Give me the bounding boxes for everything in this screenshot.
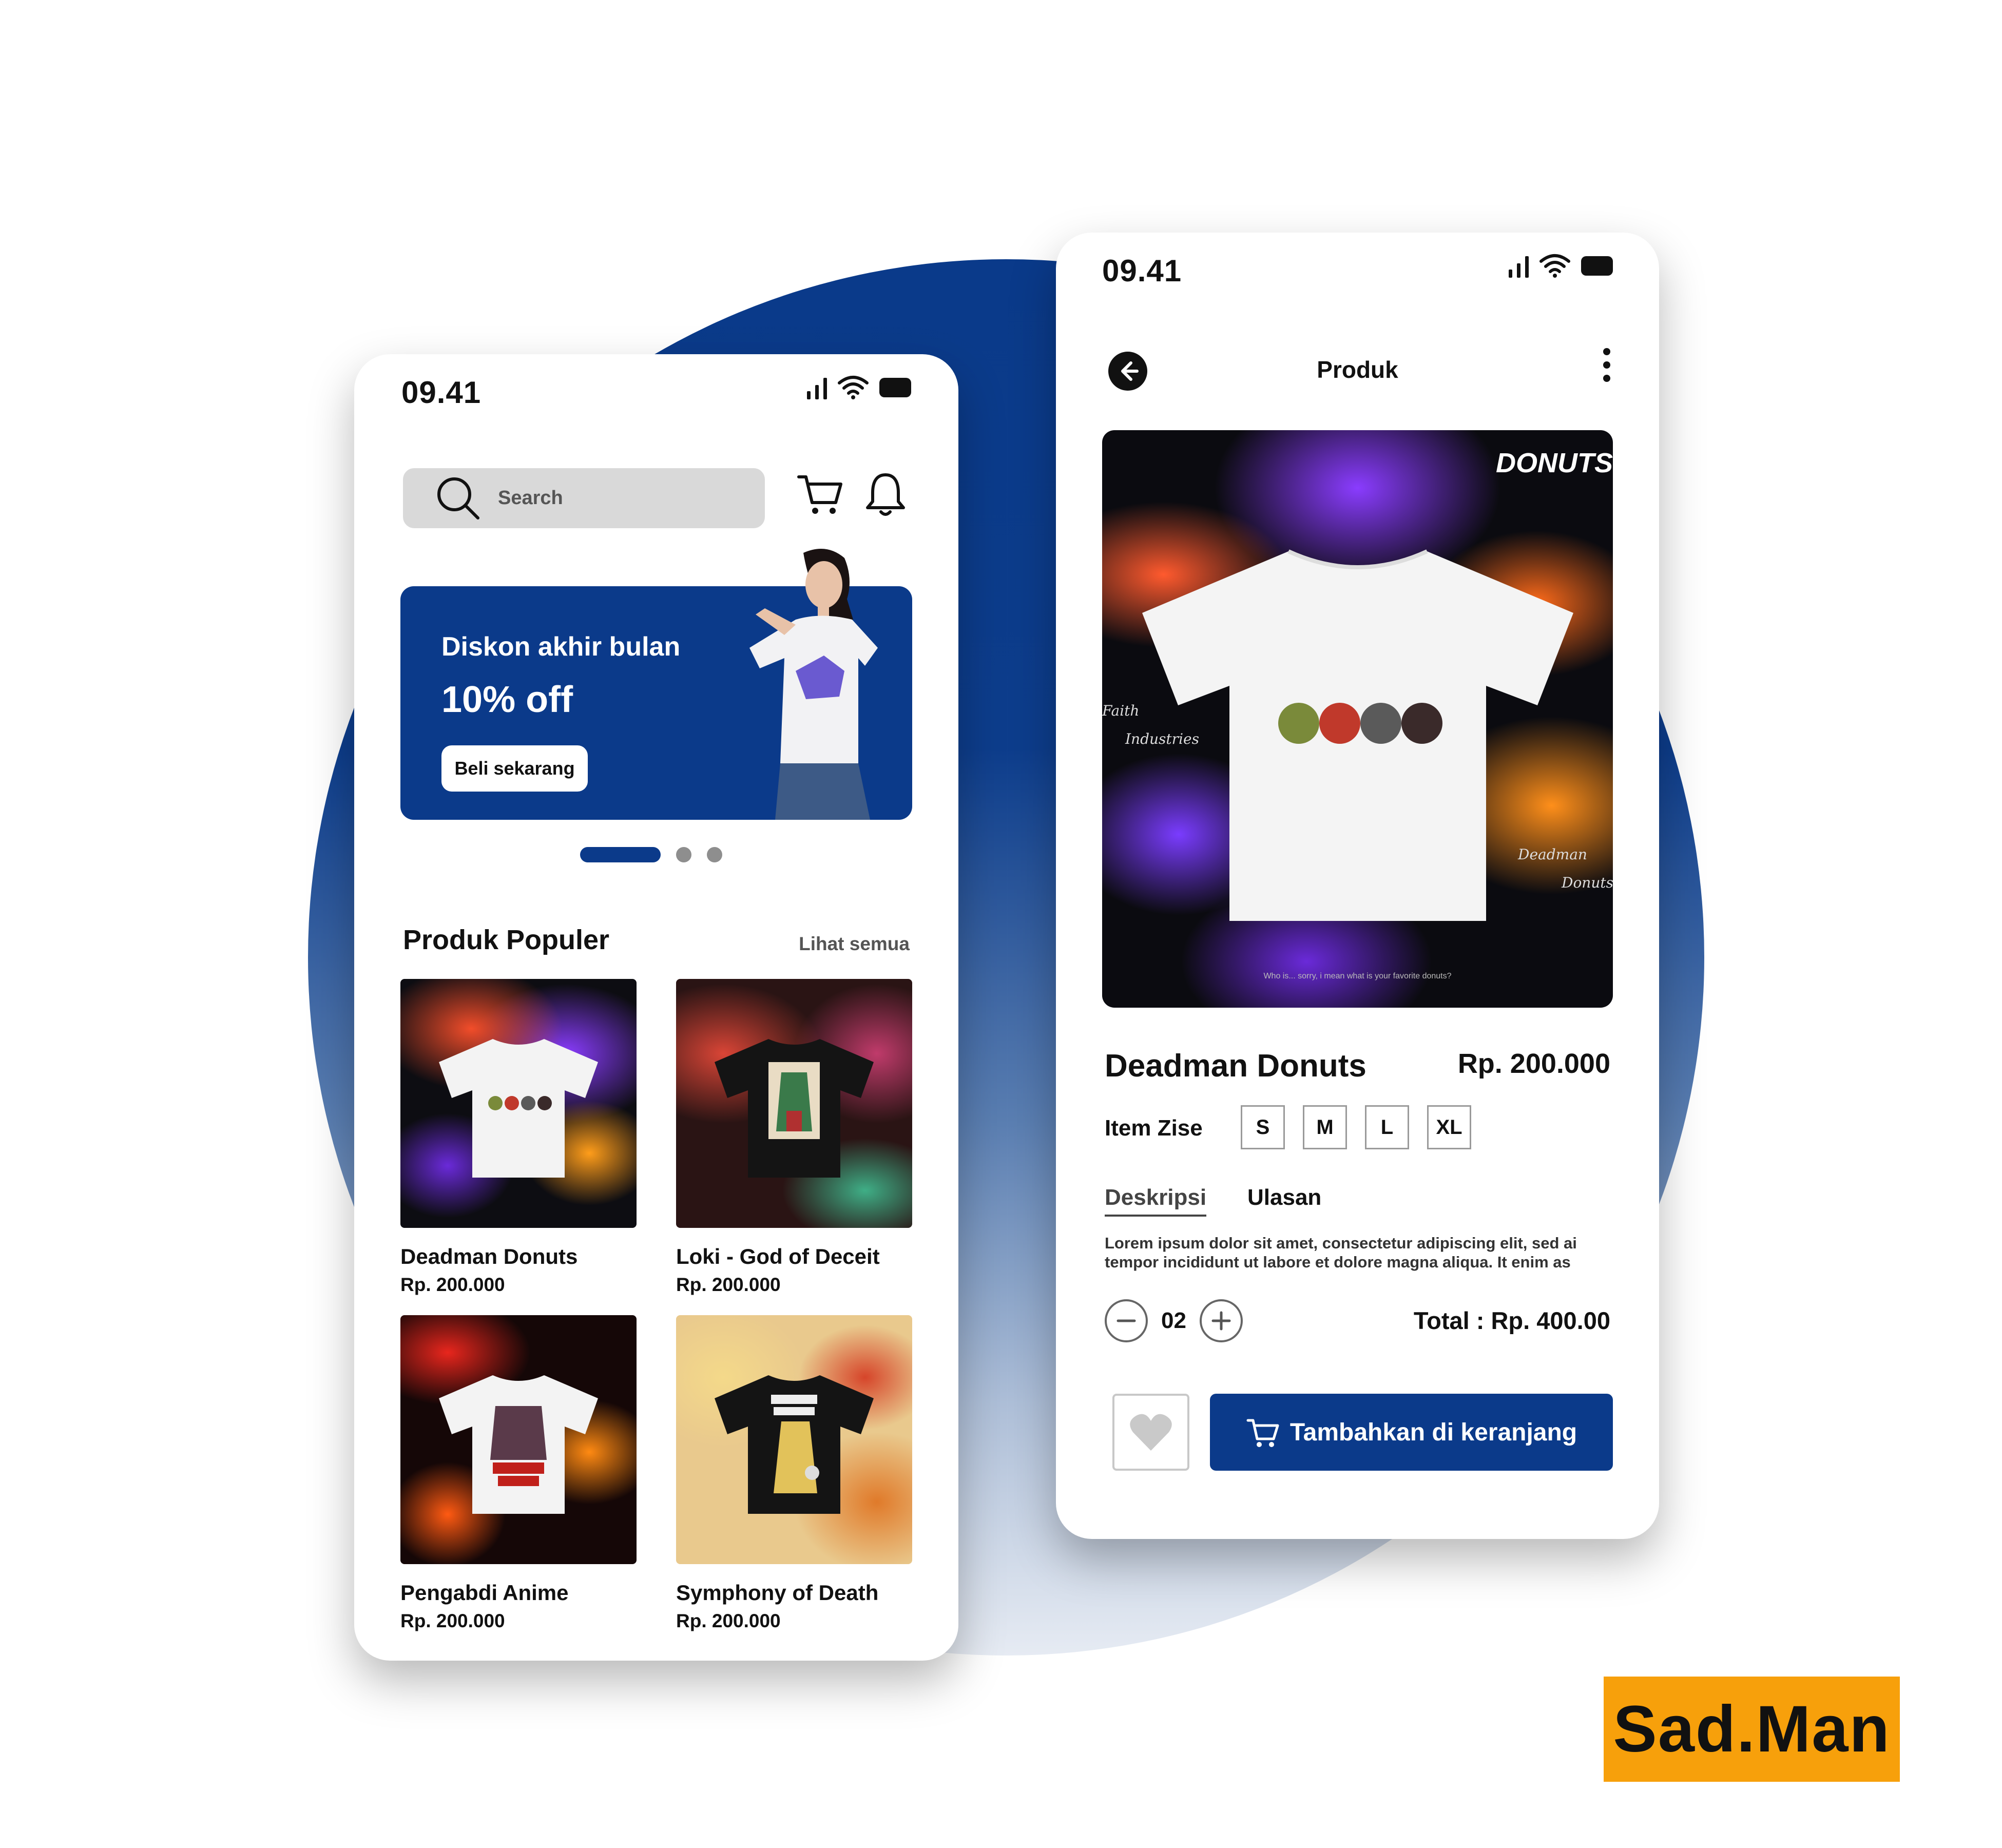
product-name: Pengabdi Anime [400, 1581, 569, 1605]
search-icon [437, 477, 479, 519]
total-price: Total : Rp. 400.00 [1413, 1307, 1610, 1334]
product-image [676, 979, 912, 1228]
search-bar[interactable]: Search [403, 468, 765, 528]
product-name: Deadman Donuts [1105, 1048, 1366, 1084]
section-title: Produk Populer [403, 925, 610, 955]
banner-model-image [749, 549, 878, 820]
wifi-icon [1539, 254, 1570, 278]
carousel-indicator [580, 847, 722, 862]
tab-description[interactable]: Deskripsi [1105, 1185, 1207, 1217]
product-price: Rp. 200.000 [400, 1274, 505, 1295]
page-title: Produk [1317, 356, 1398, 383]
product-image [676, 1315, 912, 1564]
size-option-m[interactable]: M [1303, 1105, 1347, 1149]
promo-banner[interactable]: Diskon akhir bulan 10% off Beli sekarang [400, 549, 912, 820]
size-label: Item Zise [1105, 1115, 1203, 1141]
tshirt-image [439, 1375, 598, 1514]
size-option-l[interactable]: L [1365, 1105, 1409, 1149]
product-name: Deadman Donuts [400, 1244, 578, 1268]
cart-icon [1246, 1419, 1279, 1447]
status-icons [1509, 253, 1613, 278]
tshirt-image [1142, 549, 1573, 921]
product-price: Rp. 200.000 [676, 1274, 781, 1295]
size-option-s[interactable]: S [1241, 1105, 1285, 1149]
product-card[interactable]: Deadman Donuts Rp. 200.000 [400, 979, 637, 1296]
hero-logo-text: DONUTS [1496, 448, 1613, 478]
brand-badge: Sad.Man [1604, 1677, 1900, 1782]
cart-icon[interactable] [796, 470, 844, 518]
banner-discount: 10% off [441, 679, 573, 720]
product-description: Lorem ipsum dolor sit amet, consectetur … [1105, 1234, 1577, 1272]
tshirt-image [439, 1039, 598, 1178]
product-name: Loki - God of Deceit [676, 1244, 880, 1268]
battery-icon [879, 378, 911, 397]
product-image [400, 1315, 637, 1564]
plus-icon [1211, 1311, 1231, 1331]
tshirt-image [715, 1039, 874, 1178]
increase-quantity-button[interactable] [1199, 1299, 1243, 1342]
banner-title: Diskon akhir bulan [441, 632, 681, 662]
minus-icon [1116, 1319, 1136, 1322]
signal-icon [807, 376, 827, 399]
product-card[interactable]: Loki - God of Deceit Rp. 200.000 [676, 979, 912, 1296]
bell-icon[interactable] [862, 470, 909, 518]
search-placeholder: Search [498, 487, 563, 509]
product-card[interactable]: Symphony of Death Rp. 200.000 [676, 1315, 912, 1632]
signal-icon [1509, 254, 1529, 278]
tab-reviews[interactable]: Ulasan [1247, 1185, 1321, 1210]
quantity-stepper: 02 [1105, 1299, 1243, 1342]
tshirt-image [715, 1375, 874, 1514]
status-icons [807, 375, 911, 399]
carousel-dot-active[interactable] [580, 847, 661, 862]
product-card[interactable]: Pengabdi Anime Rp. 200.000 [400, 1315, 637, 1632]
product-detail-screen: 09.41 Produk DONUTS Faith Industries Dea… [1056, 233, 1659, 1539]
product-price: Rp. 200.000 [400, 1610, 505, 1631]
product-name: Symphony of Death [676, 1581, 879, 1605]
quantity-value: 02 [1161, 1308, 1186, 1333]
product-image [400, 979, 637, 1228]
battery-icon [1581, 256, 1613, 276]
buy-now-button[interactable]: Beli sekarang [441, 745, 588, 792]
product-price: Rp. 200.000 [676, 1610, 781, 1631]
status-time: 09.41 [401, 375, 482, 410]
favorite-button[interactable] [1112, 1394, 1189, 1471]
hero-caption: Who is... sorry, i mean what is your fav… [1263, 972, 1452, 980]
see-all-link[interactable]: Lihat semua [799, 933, 910, 955]
add-to-cart-label: Tambahkan di keranjang [1289, 1418, 1577, 1446]
decrease-quantity-button[interactable] [1105, 1299, 1148, 1342]
size-options: S M L XL [1241, 1105, 1471, 1149]
product-price: Rp. 200.000 [1457, 1048, 1610, 1079]
home-screen: 09.41 Search Diskon akhir bulan 10% off … [354, 354, 958, 1661]
add-to-cart-button[interactable]: Tambahkan di keranjang [1210, 1394, 1613, 1471]
heart-icon [1130, 1414, 1172, 1451]
wifi-icon [838, 376, 869, 399]
product-hero-image: DONUTS Faith Industries Deadman Donuts W… [1102, 430, 1613, 1008]
more-options-icon[interactable] [1603, 348, 1610, 382]
carousel-dot[interactable] [707, 847, 722, 862]
carousel-dot[interactable] [676, 847, 691, 862]
size-option-xl[interactable]: XL [1427, 1105, 1471, 1149]
status-time: 09.41 [1102, 254, 1182, 288]
